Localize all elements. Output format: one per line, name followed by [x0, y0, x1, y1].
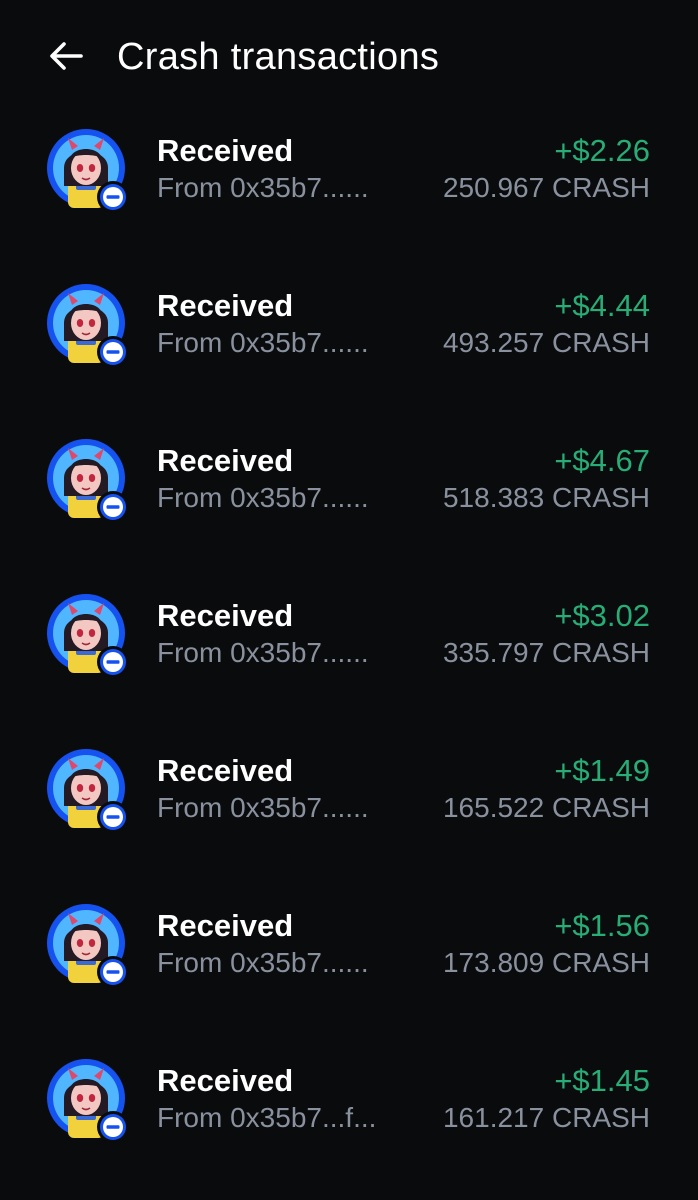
transaction-title: Received: [157, 598, 294, 633]
token-avatar: [46, 903, 132, 989]
transaction-sender: From 0x35b7......: [157, 947, 369, 978]
minus-badge-icon: [97, 181, 129, 213]
transaction-token-amount: 161.217 CRASH: [442, 1102, 650, 1133]
transaction-sender: From 0x35b7......: [157, 792, 369, 823]
transaction-usd-amount: +$4.67: [554, 443, 650, 478]
transaction-usd-amount: +$1.49: [554, 753, 650, 788]
transaction-sender: From 0x35b7......: [157, 637, 369, 668]
minus-badge-icon: [97, 646, 129, 678]
transaction-row[interactable]: Received From 0x35b7...... +$1.49 165.52…: [0, 735, 698, 890]
transaction-row[interactable]: Received From 0x35b7...... +$1.56 173.80…: [0, 890, 698, 1045]
transaction-title: Received: [157, 133, 294, 168]
transaction-sender: From 0x35b7...f...: [157, 1102, 377, 1133]
transaction-row[interactable]: Received From 0x35b7...f... +$1.45 161.2…: [0, 1045, 698, 1200]
transaction-sender: From 0x35b7......: [157, 172, 369, 203]
transaction-usd-amount: +$1.45: [554, 1063, 650, 1098]
token-avatar: [46, 128, 132, 214]
token-avatar: [46, 283, 132, 369]
transaction-list: Received From 0x35b7...... +$2.26 250.96…: [0, 115, 698, 1200]
page-title: Crash transactions: [117, 36, 440, 78]
app-header: Crash transactions: [0, 0, 698, 115]
transaction-token-amount: 493.257 CRASH: [442, 327, 650, 358]
minus-badge-icon: [97, 491, 129, 523]
minus-badge-icon: [97, 336, 129, 368]
token-avatar: [46, 593, 132, 679]
transaction-token-amount: 173.809 CRASH: [442, 947, 650, 978]
transaction-token-amount: 335.797 CRASH: [442, 637, 650, 668]
transaction-token-amount: 250.967 CRASH: [442, 172, 650, 203]
transaction-title: Received: [157, 288, 294, 323]
transaction-title: Received: [157, 443, 294, 478]
transaction-title: Received: [157, 1063, 294, 1098]
token-avatar: [46, 438, 132, 524]
minus-badge-icon: [97, 801, 129, 833]
transaction-sender: From 0x35b7......: [157, 482, 369, 513]
token-avatar: [46, 748, 132, 834]
transaction-token-amount: 518.383 CRASH: [442, 482, 650, 513]
transaction-usd-amount: +$1.56: [554, 908, 650, 943]
token-avatar: [46, 1058, 132, 1144]
minus-badge-icon: [97, 956, 129, 988]
back-button[interactable]: [40, 33, 92, 79]
transaction-usd-amount: +$2.26: [554, 133, 650, 168]
transaction-title: Received: [157, 753, 294, 788]
arrow-left-icon: [50, 42, 83, 70]
transaction-token-amount: 165.522 CRASH: [442, 792, 650, 823]
transaction-usd-amount: +$3.02: [554, 598, 650, 633]
transaction-usd-amount: +$4.44: [554, 288, 650, 323]
transaction-sender: From 0x35b7......: [157, 327, 369, 358]
minus-badge-icon: [97, 1111, 129, 1143]
transaction-row[interactable]: Received From 0x35b7...... +$4.44 493.25…: [0, 270, 698, 425]
transaction-title: Received: [157, 908, 294, 943]
transaction-row[interactable]: Received From 0x35b7...... +$4.67 518.38…: [0, 425, 698, 580]
transaction-row[interactable]: Received From 0x35b7...... +$3.02 335.79…: [0, 580, 698, 735]
transaction-row[interactable]: Received From 0x35b7...... +$2.26 250.96…: [0, 115, 698, 270]
